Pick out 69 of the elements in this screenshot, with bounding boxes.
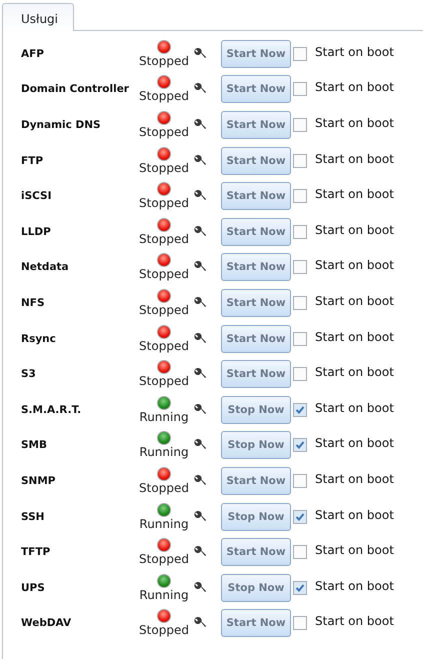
checkbox-label: Start on boot [315,258,395,272]
status-text: Stopped [139,480,189,495]
start-now-button[interactable]: Start Now [221,288,291,317]
start-now-button[interactable]: Start Now [221,466,291,495]
checkbox-label: Start on boot [315,365,395,380]
stop-now-button[interactable]: Stop Now [221,502,291,531]
service-name: S.M.A.R.T. [21,404,82,416]
start-now-button[interactable]: Start Now [221,253,291,282]
status-text: Stopped [139,552,189,566]
checkbox-label: Start on boot [315,472,395,486]
checkbox-label: Start on boot [315,436,395,450]
service-name: SSH [21,510,46,523]
start-now-button[interactable]: Start Now [221,538,291,566]
start-now-button[interactable]: Start Now [221,609,291,638]
status-text: Stopped [139,267,189,282]
stop-now-button[interactable]: Stop Now [221,431,291,460]
service-name: Domain Controller [21,83,130,96]
status-text: Running [139,445,189,460]
status-text: Stopped [139,196,189,210]
service-name: Netdata [21,261,70,274]
checkbox-label: Start on boot [315,400,395,415]
service-name: FTP [21,154,44,167]
checkbox-label: Start on boot [315,294,395,308]
start-now-button[interactable]: Start Now [221,360,291,388]
start-now-button[interactable]: Start Now [221,218,291,246]
status-text: Stopped [139,54,189,68]
checkbox-label: Start on boot [315,543,395,558]
start-now-button[interactable]: Start Now [221,75,291,104]
checkbox-label: Start on boot [315,614,395,628]
service-name: iSCSI [21,190,53,202]
checkbox-label: Start on boot [315,44,395,59]
service-name: AFP [21,48,45,60]
checkbox-label: Start on boot [315,578,395,593]
checkbox-label: Start on boot [315,330,395,344]
checkbox-label: Start on boot [315,80,395,94]
service-name: Rsync [21,332,57,345]
checkbox-label: Start on boot [315,152,395,166]
status-text: Stopped [139,124,189,139]
service-name: LLDP [21,226,52,238]
start-now-button[interactable]: Start Now [221,182,291,210]
service-name: WebDAV [21,617,72,630]
status-text: Running [139,410,189,424]
service-name: SMB [21,439,48,452]
stop-now-button[interactable]: Stop Now [221,396,291,424]
status-text: Stopped [139,89,189,104]
checkbox-label: Start on boot [315,222,395,237]
status-text: Stopped [139,623,189,638]
stop-now-button[interactable]: Stop Now [221,574,291,602]
service-name: SNMP [21,474,56,487]
start-now-button[interactable]: Start Now [221,110,291,139]
service-name: TFTP [21,546,52,558]
start-now-button[interactable]: Start Now [221,146,291,175]
status-text: Stopped [139,160,189,175]
status-text: Stopped [139,374,189,388]
status-text: Stopped [139,338,189,353]
checkbox-label: Start on boot [315,508,395,522]
start-now-button[interactable]: Start Now [221,40,291,68]
service-name: Dynamic DNS [21,118,102,131]
service-name: S3 [21,368,37,380]
status-text: Running [139,516,189,531]
status-text: Stopped [139,302,189,317]
checkbox-label: Start on boot [315,116,395,130]
status-text: Stopped [139,232,189,246]
service-name: UPS [21,582,46,594]
start-now-button[interactable]: Start Now [221,324,291,353]
service-name: NFS [21,296,46,309]
status-text: Running [139,588,189,602]
tab[interactable]: Usługi [2,3,74,31]
checkbox-label: Start on boot [315,187,395,202]
